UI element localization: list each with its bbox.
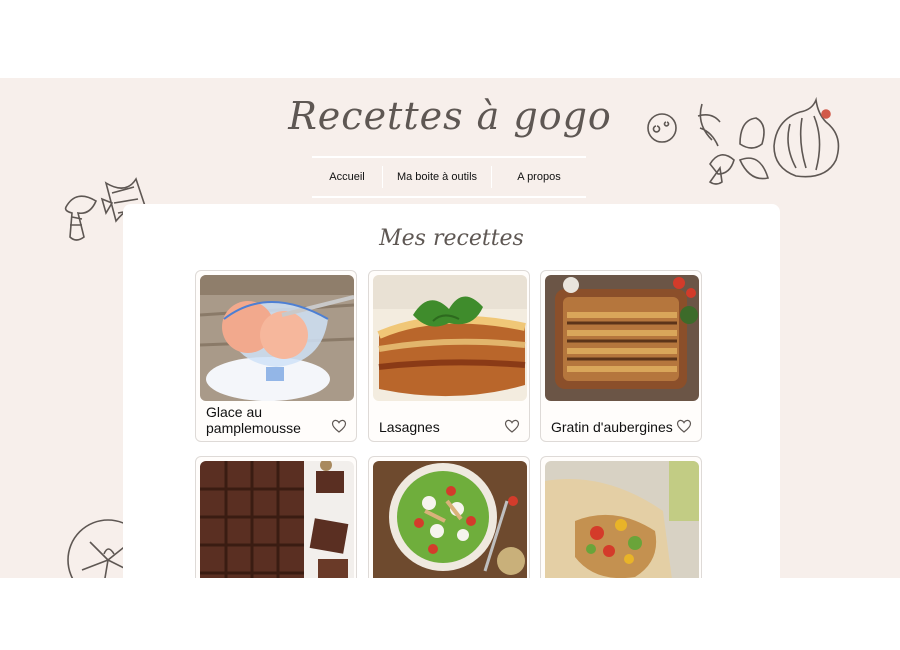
vegetables-doodle bbox=[647, 96, 840, 185]
brownies-photo bbox=[200, 461, 354, 578]
mozzarella-salad-photo bbox=[373, 461, 527, 578]
lasagna-photo bbox=[373, 275, 527, 401]
recipe-card-salade[interactable] bbox=[368, 456, 530, 578]
recipes-panel: Mes recettes Glace au pamplemousse Lasag… bbox=[123, 204, 780, 578]
main-nav: Accueil Ma boite à outils A propos bbox=[312, 156, 586, 198]
recipe-card-gratin-aubergines[interactable]: Gratin d'aubergines bbox=[540, 270, 702, 442]
heart-outline-icon[interactable] bbox=[503, 417, 521, 435]
recipe-card-wrap[interactable] bbox=[540, 456, 702, 578]
recipe-title: Gratin d'aubergines bbox=[551, 419, 673, 435]
recipe-card-brownies[interactable] bbox=[195, 456, 357, 578]
nav-item-a-propos[interactable]: A propos bbox=[492, 166, 586, 188]
recipe-title: Lasagnes bbox=[379, 419, 440, 435]
wrap-photo bbox=[545, 461, 699, 578]
page-background: Recettes à gogo Accueil Ma boite à outil… bbox=[0, 78, 900, 578]
recipe-title: Glace au pamplemousse bbox=[206, 404, 301, 436]
grapefruit-sorbet-photo bbox=[200, 275, 354, 401]
recipe-card-lasagnes[interactable]: Lasagnes bbox=[368, 270, 530, 442]
heart-outline-icon[interactable] bbox=[675, 417, 693, 435]
heart-outline-icon[interactable] bbox=[330, 417, 348, 435]
nav-item-accueil[interactable]: Accueil bbox=[312, 166, 382, 188]
nav-item-boite-a-outils[interactable]: Ma boite à outils bbox=[382, 166, 492, 188]
eggplant-gratin-photo bbox=[545, 275, 699, 401]
recipe-card-glace-pamplemousse[interactable]: Glace au pamplemousse bbox=[195, 270, 357, 442]
recipes-heading: Mes recettes bbox=[379, 226, 524, 251]
